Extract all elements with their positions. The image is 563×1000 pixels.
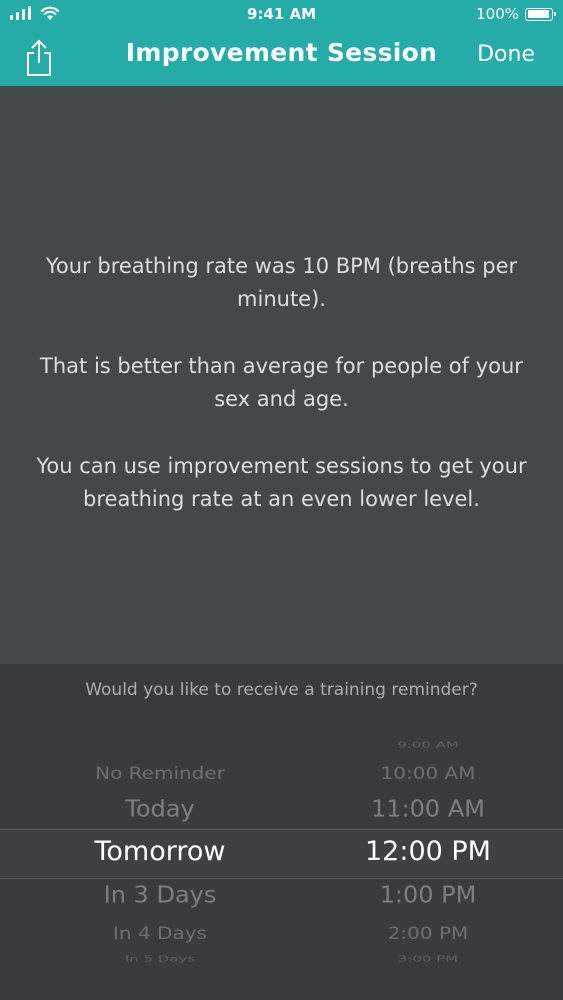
battery-indicator: 100% [476, 5, 556, 23]
picker-option[interactable]: 3:00 PM [398, 954, 458, 964]
battery-percent: 100% [476, 5, 519, 23]
picker-option[interactable]: 2:00 PM [388, 922, 469, 942]
battery-icon [525, 7, 556, 21]
picker-option[interactable]: No Reminder [95, 762, 225, 782]
breathing-rate-text: Your breathing rate was 10 BPM (breaths … [45, 254, 518, 311]
suggestion-text: You can use improvement sessions to get … [36, 454, 527, 511]
picker-option[interactable]: 12:00 PM [365, 836, 491, 867]
battery-fill [527, 10, 549, 18]
nav-bar: 9:41 AM 100% Improvement Session Done [0, 0, 563, 86]
reminder-question: Would you like to receive a training rem… [85, 680, 478, 700]
comparison-text: That is better than average for people o… [40, 354, 523, 411]
picker-option[interactable]: Tomorrow [95, 836, 226, 867]
picker-option[interactable]: 9:00 AM [397, 740, 459, 750]
picker-option[interactable]: In 5 Days [125, 954, 195, 964]
battery-nub [554, 11, 556, 16]
done-button[interactable]: Done [477, 42, 535, 67]
picker-option[interactable]: In 3 Days [104, 882, 217, 909]
result-message: Your breathing rate was 10 BPM (breaths … [30, 250, 533, 550]
picker-option[interactable]: In 4 Days [113, 922, 207, 942]
picker-option[interactable]: 1:00 PM [380, 882, 477, 909]
status-bar: 9:41 AM 100% [0, 0, 563, 28]
picker-option[interactable]: 10:00 AM [381, 762, 476, 782]
picker-option[interactable]: Today [125, 796, 194, 823]
picker-option[interactable]: 11:00 AM [371, 796, 485, 823]
